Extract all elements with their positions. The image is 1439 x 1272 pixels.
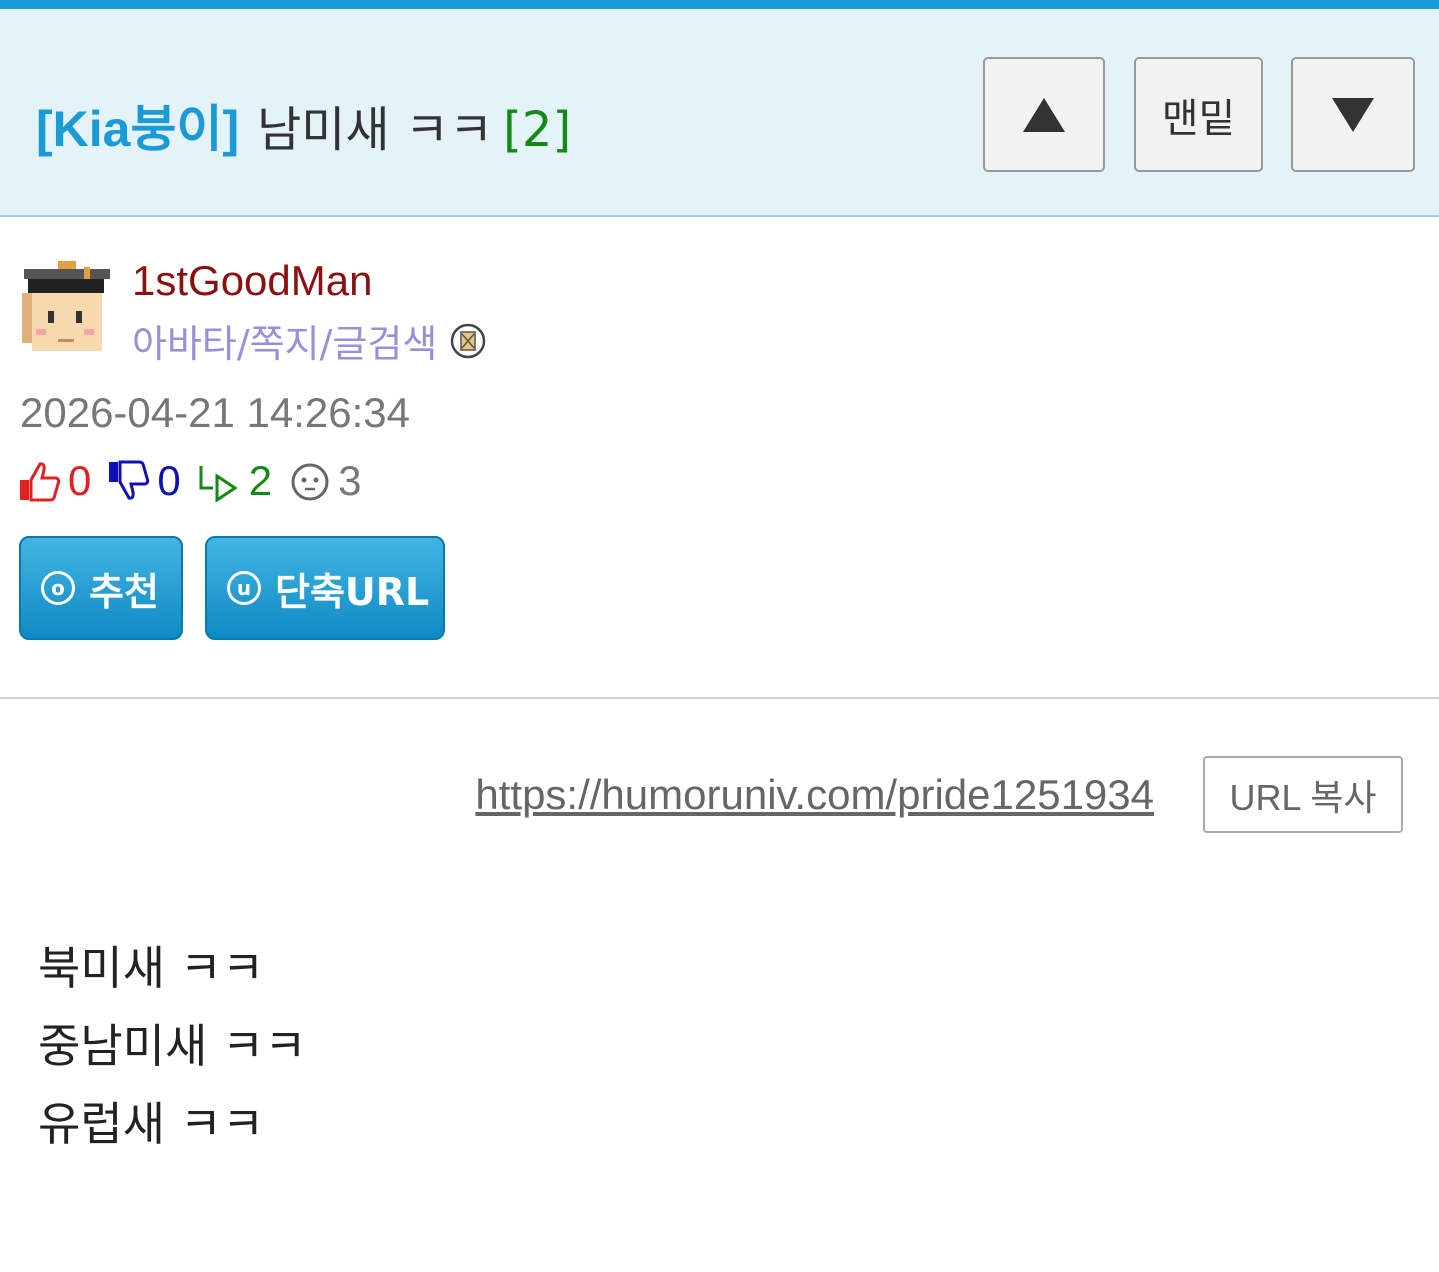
arrow-down-icon: [1332, 97, 1374, 132]
short-url-label: 단축URL: [275, 569, 430, 614]
recommend-circle-icon: o: [41, 571, 75, 605]
downvote-stat: 0: [107, 457, 181, 505]
author-nickname[interactable]: 1stGoodMan: [132, 257, 372, 305]
view-stat: 3: [288, 457, 361, 505]
post-header: [Kia붕이] 남미새 ㅋㅋ [2] 맨밑: [0, 9, 1439, 217]
short-url-button[interactable]: u 단축URL: [205, 536, 445, 640]
scroll-bottom-button[interactable]: 맨밑: [1134, 57, 1263, 172]
post-content: 북미새 ㅋㅋ 중남미새 ㅋㅋ 유럽새 ㅋㅋ: [0, 839, 1439, 1163]
recommend-button[interactable]: o 추천: [19, 536, 183, 640]
thumbs-down-icon: [109, 460, 150, 500]
copy-url-button[interactable]: URL 복사: [1203, 756, 1403, 833]
scroll-up-button[interactable]: [983, 57, 1105, 172]
url-row: https://humoruniv.com/pride1251934 URL 복…: [0, 699, 1439, 839]
post-title: 남미새 ㅋㅋ: [257, 102, 494, 158]
author-links[interactable]: 아바타/쪽지/글검색: [132, 313, 487, 368]
author-links-label[interactable]: 아바타/쪽지/글검색: [132, 313, 437, 368]
post-url-link[interactable]: https://humoruniv.com/pride1251934: [475, 771, 1154, 819]
reply-stat: 2: [197, 457, 272, 505]
post-info: 1stGoodMan 아바타/쪽지/글검색 2026-04-21 14:26:3…: [0, 217, 1439, 699]
reply-arrow-icon: [199, 466, 238, 502]
top-accent-bar: [0, 0, 1439, 9]
view-face-icon: [291, 463, 329, 501]
view-count: 3: [338, 457, 362, 504]
content-line: 중남미새 ㅋㅋ: [38, 1019, 307, 1073]
recommend-label: 추천: [89, 569, 159, 614]
post-title-area: [Kia붕이] 남미새 ㅋㅋ [2]: [36, 89, 571, 161]
category-label[interactable]: [Kia붕이]: [36, 101, 239, 157]
comment-count[interactable]: [2]: [503, 102, 571, 158]
upvote-count: 0: [68, 457, 92, 504]
downvote-count: 0: [157, 457, 181, 504]
content-line: 북미새 ㅋㅋ: [38, 941, 265, 995]
upvote-stat: 0: [18, 457, 91, 505]
reply-count: 2: [248, 457, 273, 504]
scroll-down-button[interactable]: [1291, 57, 1415, 172]
content-line: 유럽새 ㅋㅋ: [38, 1097, 265, 1151]
arrow-up-icon: [1023, 97, 1065, 132]
graduate-avatar-icon[interactable]: [18, 259, 114, 355]
post-stats: 0 0 2 3: [18, 457, 377, 505]
memo-icon[interactable]: [449, 322, 487, 360]
post-date: 2026-04-21 14:26:34: [20, 389, 410, 436]
thumbs-up-icon: [20, 462, 61, 502]
short-url-circle-icon: u: [227, 571, 261, 605]
